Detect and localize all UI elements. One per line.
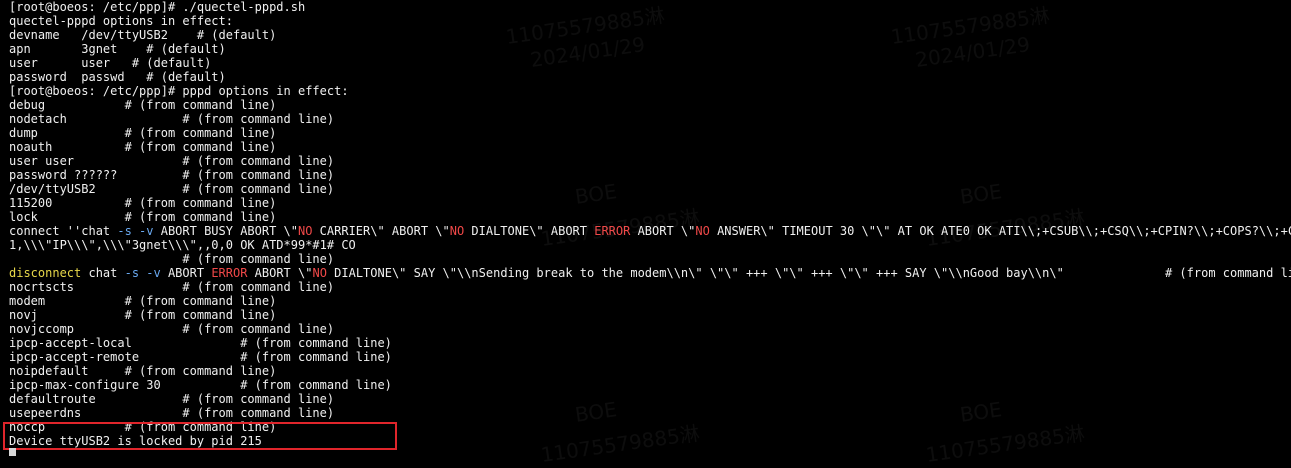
terminal-text-segment: modem # (from command line) (9, 294, 277, 308)
terminal-text-segment: ABORT BUSY ABORT \" (153, 224, 298, 238)
terminal-cursor (9, 448, 16, 456)
terminal-line: 1,\\\"IP\\\",\\\"3gnet\\\",,0,0 OK ATD*9… (9, 238, 1291, 252)
terminal-line: dump # (from command line) (9, 126, 1291, 140)
terminal-text-segment: Device ttyUSB2 is locked by pid 215 (9, 434, 262, 448)
terminal-text-segment: CARRIER\" ABORT \" (312, 224, 450, 238)
terminal-text-segment: password passwd # (default) (9, 70, 226, 84)
terminal-text-segment: # (from command line) (9, 252, 335, 266)
terminal-line: nocrtscts # (from command line) (9, 280, 1291, 294)
terminal-text-segment: -s -v (117, 224, 154, 238)
terminal-line: noipdefault # (from command line) (9, 364, 1291, 378)
terminal-text-segment: defaultroute # (from command line) (9, 392, 335, 406)
terminal-text-segment: devname /dev/ttyUSB2 # (default) (9, 28, 277, 42)
terminal-text-segment: /dev/ttyUSB2 # (from command line) (9, 182, 335, 196)
terminal-text-segment: nocrtscts # (from command line) (9, 280, 335, 294)
terminal-text-segment: -s -v (124, 266, 161, 280)
terminal-text-segment: novj # (from command line) (9, 308, 277, 322)
terminal-line: quectel-pppd options in effect: (9, 14, 1291, 28)
terminal-text-segment: lock # (from command line) (9, 210, 277, 224)
terminal-text-segment: ANSWER\" TIMEOUT 30 \"\" AT OK ATE0 OK A… (717, 224, 1291, 238)
terminal-text-segment: DIALTONE\" ABORT (464, 224, 595, 238)
terminal-text-segment: ipcp-max-configure 30 # (from command li… (9, 378, 392, 392)
terminal-line: connect ''chat -s -v ABORT BUSY ABORT \"… (9, 224, 1291, 238)
terminal-text-segment: user user # (default) (9, 56, 212, 70)
terminal-text-segment: NO (298, 224, 313, 238)
terminal-text-segment: ERROR (211, 266, 248, 280)
terminal-line: [root@boeos: /etc/ppp]# pppd options in … (9, 84, 1291, 98)
terminal-line: 115200 # (from command line) (9, 196, 1291, 210)
terminal-line: debug # (from command line) (9, 98, 1291, 112)
terminal-text-segment: ipcp-accept-local # (from command line) (9, 336, 392, 350)
terminal-line: user user # (from command line) (9, 154, 1291, 168)
terminal-text-segment: disconnect (9, 266, 82, 280)
terminal-line: devname /dev/ttyUSB2 # (default) (9, 28, 1291, 42)
terminal-text-segment: 115200 # (from command line) (9, 196, 277, 210)
terminal-line: apn 3gnet # (default) (9, 42, 1291, 56)
terminal-text-segment: noccp # (from command line) (9, 420, 277, 434)
terminal-text-segment: dump # (from command line) (9, 126, 277, 140)
terminal-text-segment: NO (449, 224, 465, 238)
terminal-text-segment: ipcp-accept-remote # (from command line) (9, 350, 392, 364)
terminal-line: password passwd # (default) (9, 70, 1291, 84)
terminal-line: defaultroute # (from command line) (9, 392, 1291, 406)
terminal-line: noauth # (from command line) (9, 140, 1291, 154)
terminal-text-segment: ABORT (160, 266, 212, 280)
terminal-text-segment: NO (695, 224, 710, 238)
terminal-text-segment: novjccomp # (from command line) (9, 322, 335, 336)
terminal-line: nodetach # (from command line) (9, 112, 1291, 126)
terminal-text-segment: password ?????? # (from command line) (9, 168, 335, 182)
terminal-text-segment: ABORT \" (247, 266, 313, 280)
terminal-line: user user # (default) (9, 56, 1291, 70)
terminal-text-segment: 1,\\\"IP\\\",\\\"3gnet\\\",,0,0 OK ATD*9… (9, 238, 356, 252)
terminal-line: novjccomp # (from command line) (9, 322, 1291, 336)
terminal-line: password ?????? # (from command line) (9, 168, 1291, 182)
terminal-text-segment: connect ''chat (9, 224, 118, 238)
terminal-line: lock # (from command line) (9, 210, 1291, 224)
terminal-line: modem # (from command line) (9, 294, 1291, 308)
terminal-line: noccp # (from command line) (9, 420, 1291, 434)
terminal-text-segment: noipdefault # (from command line) (9, 364, 277, 378)
terminal-output[interactable]: [root@boeos: /etc/ppp]# ./quectel-pppd.s… (9, 0, 1291, 456)
terminal-text-segment: noauth # (from command line) (9, 140, 277, 154)
terminal-text-segment: chat (81, 266, 125, 280)
terminal-text-segment: NO (312, 266, 327, 280)
terminal-text-segment: nodetach # (from command line) (9, 112, 335, 126)
terminal-line: # (from command line) (9, 252, 1291, 266)
terminal-text-segment: user user # (from command line) (9, 154, 335, 168)
terminal-text-segment: [root@boeos: /etc/ppp]# pppd options in … (9, 84, 349, 98)
terminal-text-segment: DIALTONE\" SAY \"\\nSending break to the… (326, 266, 1291, 280)
terminal-text-segment: quectel-pppd options in effect: (9, 14, 233, 28)
terminal-line: ipcp-accept-remote # (from command line) (9, 350, 1291, 364)
terminal-text-segment: [root@boeos: /etc/ppp]# ./quectel-pppd.s… (9, 0, 306, 14)
terminal-line: [root@boeos: /etc/ppp]# ./quectel-pppd.s… (9, 0, 1291, 14)
terminal-line: novj # (from command line) (9, 308, 1291, 322)
terminal-text-segment: usepeerdns # (from command line) (9, 406, 335, 420)
terminal-text-segment: debug # (from command line) (9, 98, 277, 112)
terminal-line: disconnect chat -s -v ABORT ERROR ABORT … (9, 266, 1291, 280)
terminal-line: ipcp-max-configure 30 # (from command li… (9, 378, 1291, 392)
terminal-text-segment: apn 3gnet # (default) (9, 42, 226, 56)
terminal-line: /dev/ttyUSB2 # (from command line) (9, 182, 1291, 196)
terminal-text-segment: ABORT \" (630, 224, 696, 238)
terminal-text-segment: ERROR (594, 224, 631, 238)
terminal-line: usepeerdns # (from command line) (9, 406, 1291, 420)
terminal-line: ipcp-accept-local # (from command line) (9, 336, 1291, 350)
terminal-line: Device ttyUSB2 is locked by pid 215 (9, 434, 1291, 448)
